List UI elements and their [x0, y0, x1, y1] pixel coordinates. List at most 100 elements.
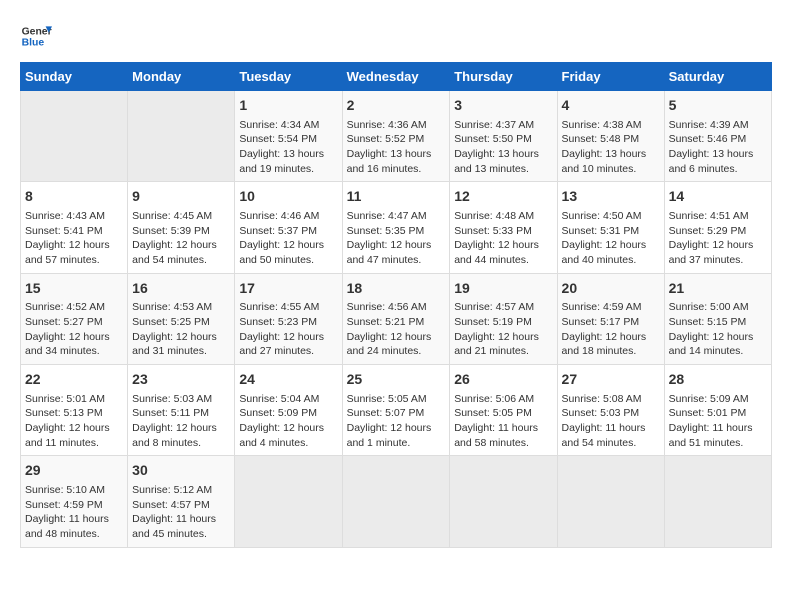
weekday-header-sunday: Sunday [21, 63, 128, 91]
day-info: Sunrise: 4:56 AM [347, 300, 446, 315]
day-info: Sunrise: 5:04 AM [239, 392, 337, 407]
day-number: 16 [132, 279, 230, 299]
calendar-header: SundayMondayTuesdayWednesdayThursdayFrid… [21, 63, 772, 91]
day-info: Sunset: 5:07 PM [347, 406, 446, 421]
weekday-header-row: SundayMondayTuesdayWednesdayThursdayFrid… [21, 63, 772, 91]
day-info: Sunrise: 4:34 AM [239, 118, 337, 133]
day-number: 11 [347, 187, 446, 207]
calendar-cell: 9Sunrise: 4:45 AMSunset: 5:39 PMDaylight… [128, 182, 235, 273]
day-info: Daylight: 11 hours and 51 minutes. [669, 421, 767, 450]
day-number: 26 [454, 370, 552, 390]
day-info: Daylight: 12 hours and 24 minutes. [347, 330, 446, 359]
day-number: 5 [669, 96, 767, 116]
day-info: Sunrise: 5:03 AM [132, 392, 230, 407]
day-number: 8 [25, 187, 123, 207]
day-number: 17 [239, 279, 337, 299]
day-info: Daylight: 12 hours and 21 minutes. [454, 330, 552, 359]
day-number: 23 [132, 370, 230, 390]
day-info: Sunset: 5:23 PM [239, 315, 337, 330]
weekday-header-saturday: Saturday [664, 63, 771, 91]
weekday-header-wednesday: Wednesday [342, 63, 450, 91]
calendar-cell [21, 91, 128, 182]
day-number: 30 [132, 461, 230, 481]
day-info: Sunrise: 4:57 AM [454, 300, 552, 315]
day-info: Daylight: 12 hours and 14 minutes. [669, 330, 767, 359]
day-info: Sunrise: 5:08 AM [562, 392, 660, 407]
day-number: 28 [669, 370, 767, 390]
day-number: 18 [347, 279, 446, 299]
calendar-week-row: 1Sunrise: 4:34 AMSunset: 5:54 PMDaylight… [21, 91, 772, 182]
calendar-cell: 27Sunrise: 5:08 AMSunset: 5:03 PMDayligh… [557, 365, 664, 456]
day-info: Sunrise: 5:12 AM [132, 483, 230, 498]
day-info: Sunset: 5:54 PM [239, 132, 337, 147]
day-info: Sunset: 5:37 PM [239, 224, 337, 239]
calendar-cell: 4Sunrise: 4:38 AMSunset: 5:48 PMDaylight… [557, 91, 664, 182]
day-number: 3 [454, 96, 552, 116]
calendar-cell: 11Sunrise: 4:47 AMSunset: 5:35 PMDayligh… [342, 182, 450, 273]
svg-text:Blue: Blue [22, 38, 45, 49]
day-info: Sunrise: 5:01 AM [25, 392, 123, 407]
calendar-cell: 30Sunrise: 5:12 AMSunset: 4:57 PMDayligh… [128, 456, 235, 547]
day-number: 24 [239, 370, 337, 390]
day-info: Sunset: 4:57 PM [132, 498, 230, 513]
day-info: Daylight: 12 hours and 11 minutes. [25, 421, 123, 450]
calendar-cell: 26 Sunrise: 5:06 AMSunset: 5:05 PMDayligh… [450, 365, 557, 456]
day-info: Daylight: 12 hours and 44 minutes. [454, 238, 552, 267]
day-info: Sunset: 5:01 PM [669, 406, 767, 421]
day-info: Sunrise: 5:00 AM [669, 300, 767, 315]
day-number: 19 [454, 279, 552, 299]
day-number: 1 [239, 96, 337, 116]
day-number: 27 [562, 370, 660, 390]
day-info: Daylight: 12 hours and 31 minutes. [132, 330, 230, 359]
day-number: 25 [347, 370, 446, 390]
logo-icon: General Blue [20, 20, 52, 52]
day-info: Sunset: 5:27 PM [25, 315, 123, 330]
day-info: Sunrise: 4:37 AM [454, 118, 552, 133]
day-info: Sunset: 5:35 PM [347, 224, 446, 239]
day-number: 21 [669, 279, 767, 299]
day-info: Sunrise: 5:05 AM [347, 392, 446, 407]
calendar-body: 1Sunrise: 4:34 AMSunset: 5:54 PMDaylight… [21, 91, 772, 548]
day-info: Daylight: 13 hours and 10 minutes. [562, 147, 660, 176]
day-info: Daylight: 12 hours and 34 minutes. [25, 330, 123, 359]
day-info: Daylight: 11 hours and 48 minutes. [25, 512, 123, 541]
calendar-cell: 28Sunrise: 5:09 AMSunset: 5:01 PMDayligh… [664, 365, 771, 456]
header: General Blue [20, 20, 772, 52]
calendar-week-row: 22Sunrise: 5:01 AMSunset: 5:13 PMDayligh… [21, 365, 772, 456]
day-info: Daylight: 11 hours and 58 minutes. [454, 421, 552, 450]
calendar-cell [128, 91, 235, 182]
day-number: 2 [347, 96, 446, 116]
calendar-cell: 14Sunrise: 4:51 AMSunset: 5:29 PMDayligh… [664, 182, 771, 273]
day-info: Daylight: 12 hours and 54 minutes. [132, 238, 230, 267]
calendar-cell: 3Sunrise: 4:37 AMSunset: 5:50 PMDaylight… [450, 91, 557, 182]
day-info: Sunrise: 4:48 AM [454, 209, 552, 224]
calendar-cell: 16Sunrise: 4:53 AMSunset: 5:25 PMDayligh… [128, 273, 235, 364]
weekday-header-friday: Friday [557, 63, 664, 91]
calendar-cell [557, 456, 664, 547]
day-info: Sunset: 5:46 PM [669, 132, 767, 147]
day-info: Sunrise: 4:50 AM [562, 209, 660, 224]
day-info: Sunset: 5:15 PM [669, 315, 767, 330]
day-number: 15 [25, 279, 123, 299]
day-info: Daylight: 13 hours and 6 minutes. [669, 147, 767, 176]
calendar-cell: 18Sunrise: 4:56 AMSunset: 5:21 PMDayligh… [342, 273, 450, 364]
day-info: Daylight: 13 hours and 19 minutes. [239, 147, 337, 176]
calendar-cell [342, 456, 450, 547]
day-info: Sunset: 5:21 PM [347, 315, 446, 330]
day-info: Sunrise: 4:46 AM [239, 209, 337, 224]
calendar-cell: 5 Sunrise: 4:39 AMSunset: 5:46 PMDaylight… [664, 91, 771, 182]
day-info: Sunset: 5:31 PM [562, 224, 660, 239]
weekday-header-monday: Monday [128, 63, 235, 91]
day-info: Sunrise: 4:59 AM [562, 300, 660, 315]
day-info: Sunrise: 5:06 AM [454, 392, 552, 407]
day-info: Sunrise: 4:39 AM [669, 118, 767, 133]
day-info: Daylight: 12 hours and 27 minutes. [239, 330, 337, 359]
calendar-cell: 13Sunrise: 4:50 AMSunset: 5:31 PMDayligh… [557, 182, 664, 273]
day-info: Daylight: 12 hours and 37 minutes. [669, 238, 767, 267]
day-info: Daylight: 12 hours and 1 minute. [347, 421, 446, 450]
calendar-cell: 25 Sunrise: 5:05 AMSunset: 5:07 PMDayligh… [342, 365, 450, 456]
day-info: Daylight: 12 hours and 4 minutes. [239, 421, 337, 450]
day-info: Sunset: 5:05 PM [454, 406, 552, 421]
day-info: Sunset: 5:50 PM [454, 132, 552, 147]
calendar-cell [450, 456, 557, 547]
